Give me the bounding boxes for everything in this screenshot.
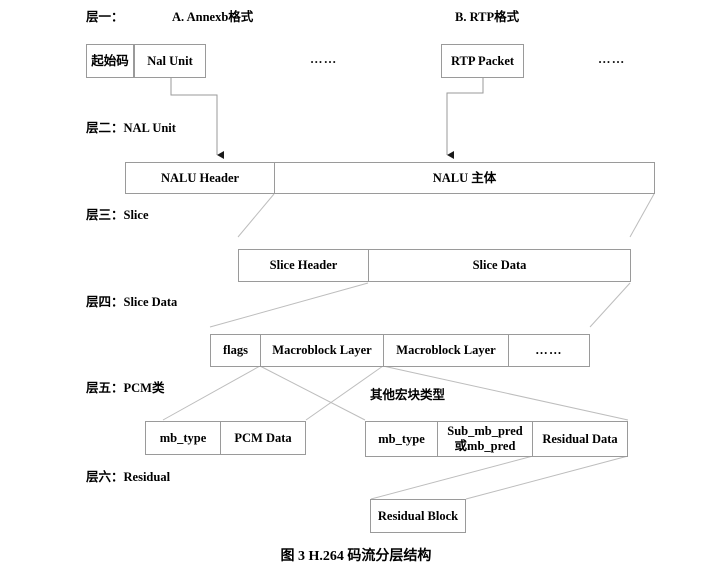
line-nalu-body-left [237, 193, 275, 238]
box-residual-data: Residual Data [532, 421, 628, 457]
box-nalu-body: NALU 主体 [274, 162, 655, 194]
box-macroblock-ellipsis: …… [508, 334, 590, 367]
box-macroblock-layer-1: Macroblock Layer [260, 334, 384, 367]
layer-label-5: 层五：PCM类 [86, 381, 165, 395]
line-residual-right [465, 455, 629, 500]
heading-annexb-format: A. Annexb格式 [172, 10, 254, 24]
heading-other-mb-types: 其他宏块类型 [370, 388, 446, 402]
line-mb1-to-other-right [259, 365, 366, 421]
box-residual-block: Residual Block [370, 499, 466, 533]
line-mb1-to-pcm-left [162, 365, 261, 421]
ellipsis-rtp: …… [598, 52, 626, 66]
box-rtp-packet: RTP Packet [441, 44, 524, 78]
line-nalu-body-right [629, 193, 655, 238]
arrow-nal-unit-to-nalu [170, 78, 224, 159]
figure-caption: 图 3 H.264 码流分层结构 [280, 549, 432, 564]
box-start-code: 起始码 [86, 44, 134, 78]
figure-canvas: 层一： 层二：NAL Unit 层三：Slice 层四：Slice Data 层… [0, 0, 712, 579]
layer-label-6: 层六：Residual [86, 470, 171, 484]
box-sub-mb-pred: Sub_mb_pred 或mb_pred [437, 421, 533, 457]
box-slice-data: Slice Data [368, 249, 631, 282]
box-flags: flags [210, 334, 261, 367]
box-nalu-header: NALU Header [125, 162, 275, 194]
arrow-rtp-packet-to-nalu [446, 78, 484, 159]
heading-rtp-format: B. RTP格式 [455, 10, 520, 24]
box-nal-unit: Nal Unit [134, 44, 206, 78]
line-slice-data-right [589, 282, 631, 328]
line-residual-left [370, 455, 534, 500]
layer-label-1: 层一： [86, 10, 124, 24]
layer-label-2: 层二：NAL Unit [86, 121, 176, 135]
box-macroblock-layer-2: Macroblock Layer [383, 334, 509, 367]
line-slice-data-left [209, 282, 369, 328]
box-other-mb-type: mb_type [365, 421, 438, 457]
layer-label-3: 层三：Slice [86, 208, 149, 222]
ellipsis-annexb: …… [310, 52, 338, 66]
connector-lines [162, 78, 655, 500]
box-pcm-data: PCM Data [220, 421, 306, 455]
layer-label-4: 层四：Slice Data [86, 295, 178, 309]
box-pcm-mb-type: mb_type [145, 421, 221, 455]
box-slice-header: Slice Header [238, 249, 369, 282]
